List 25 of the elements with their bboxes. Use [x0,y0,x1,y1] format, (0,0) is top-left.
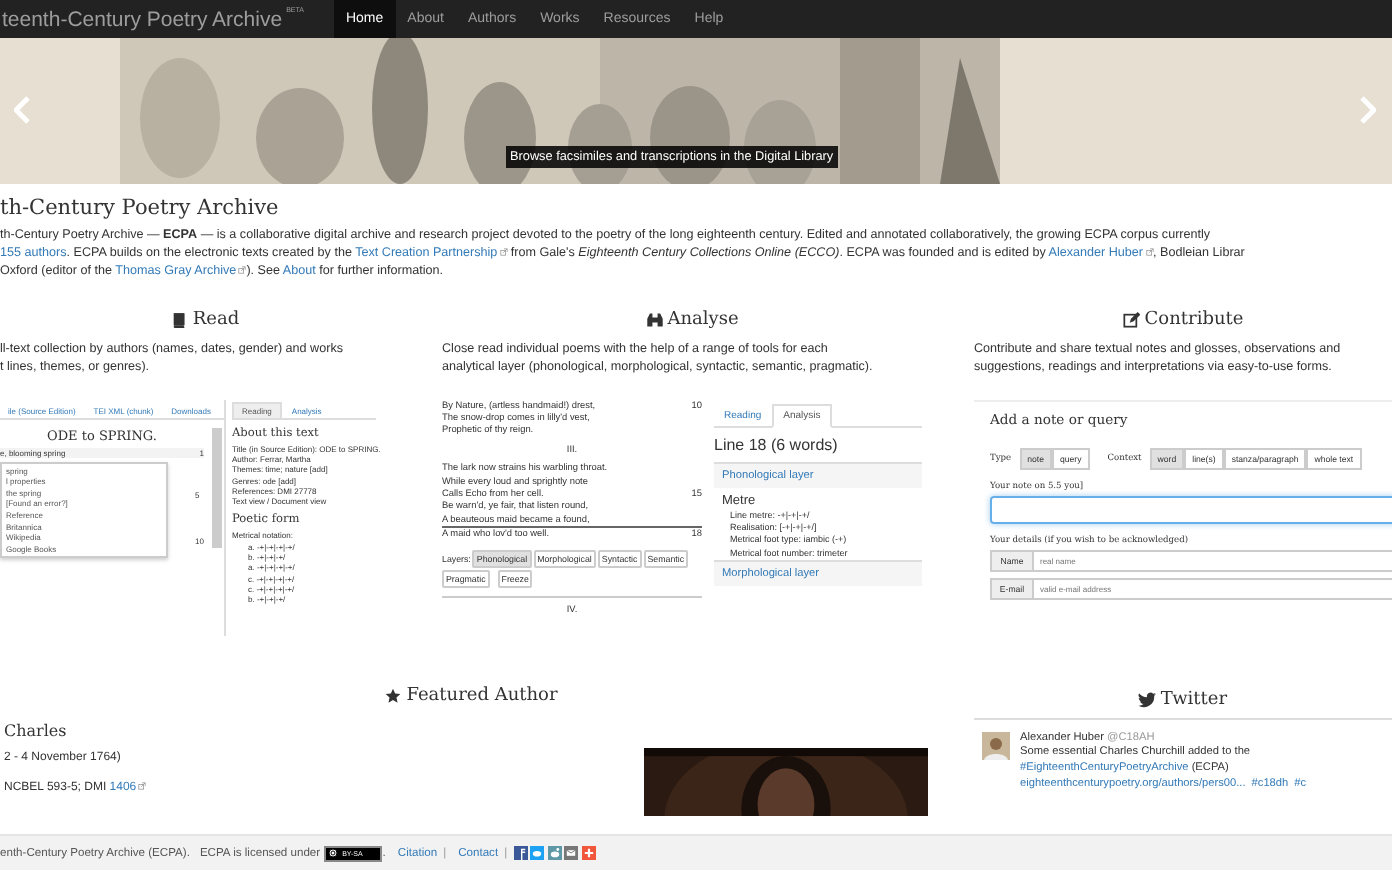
avatar[interactable] [982,731,1010,760]
license-icon [328,848,339,858]
section-heading: Featured Author [406,685,558,706]
scrollbar [212,427,222,548]
external-link-icon [138,781,147,790]
note-field[interactable] [990,495,1392,524]
bird-icon [1138,691,1157,708]
section-heading: Twitter [1160,689,1228,710]
plus-icon[interactable] [581,846,596,860]
external-link-icon [238,266,247,275]
external-link-icon [1145,248,1154,257]
page-heading: th-Century Poetry Archive [0,196,281,220]
section-heading: Contribute [1144,309,1244,330]
email-icon[interactable] [564,846,579,860]
section-heading: Analyse [667,309,739,330]
star-icon [384,687,403,704]
binoculars-icon [645,311,664,328]
line-heading: Line 18 (6 words) [714,435,840,454]
site-title[interactable]: teenth-Century Poetry Archive [2,7,283,31]
section-heading: Read [192,309,240,330]
facebook-icon[interactable] [513,846,528,860]
external-link-icon [499,248,508,257]
book-icon [170,311,189,328]
edit-icon [1122,311,1141,328]
author-name: Charles [4,721,69,740]
